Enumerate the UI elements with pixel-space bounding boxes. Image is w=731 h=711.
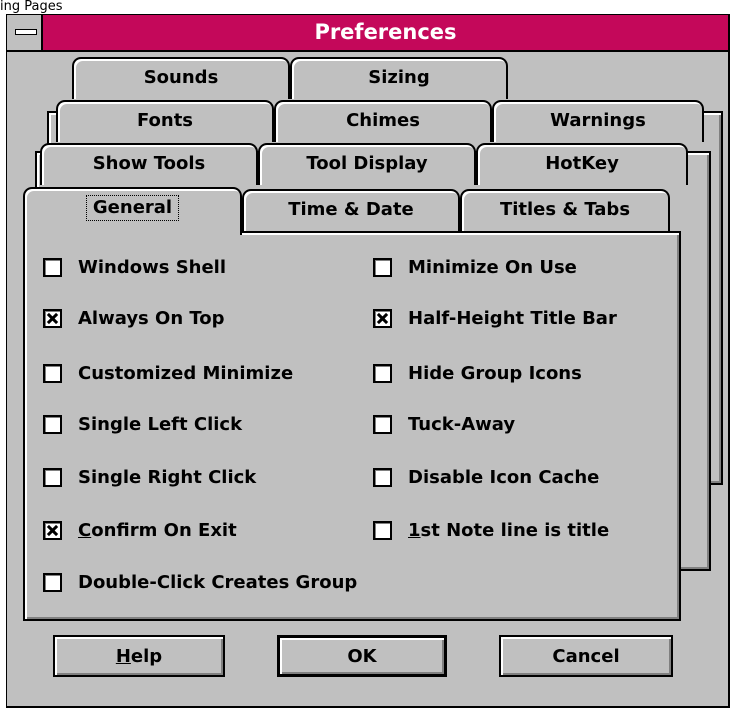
tab-tool-display[interactable]: Tool Display <box>258 143 476 185</box>
tab-warnings[interactable]: Warnings <box>492 100 704 142</box>
window-title: Preferences <box>314 20 457 44</box>
cancel-button[interactable]: Cancel <box>499 635 673 677</box>
hide-group-icons-label: Hide Group Icons <box>408 362 582 384</box>
help-button[interactable]: Help <box>53 635 225 677</box>
background-caption-fragment: ing Pages <box>0 0 63 14</box>
cancel-button-label: Cancel <box>552 645 620 667</box>
option-hide-group-icons[interactable]: Hide Group Icons <box>373 361 582 385</box>
tab-fonts[interactable]: Fonts <box>56 100 274 142</box>
minimize-on-use-label: Minimize On Use <box>408 256 577 278</box>
ok-button[interactable]: OK <box>277 635 447 677</box>
confirm-on-exit-label: Confirm On Exit <box>78 520 237 541</box>
always-on-top-checkbox[interactable] <box>43 308 62 328</box>
tab-sizing[interactable]: Sizing <box>290 57 508 99</box>
tab-time-and-date[interactable]: Time & Date <box>242 189 460 231</box>
customized-minimize-label: Customized Minimize <box>78 362 294 384</box>
disable-icon-cache-label: Disable Icon Cache <box>408 466 600 488</box>
confirm-on-exit-label-rest: onfirm On Exit <box>91 519 237 541</box>
option-single-right-click[interactable]: Single Right Click <box>43 465 256 489</box>
1st-note-line-mnemonic: 1 <box>408 519 421 541</box>
single-right-click-checkbox[interactable] <box>43 467 62 487</box>
1st-note-line-is-title-checkbox[interactable] <box>373 520 392 540</box>
tab-show-tools[interactable]: Show Tools <box>40 143 258 185</box>
single-left-click-checkbox[interactable] <box>43 414 62 434</box>
option-1st-note-line-is-title[interactable]: 1st Note line is title <box>373 518 609 542</box>
tab-titles-and-tabs[interactable]: Titles & Tabs <box>460 189 670 231</box>
half-height-title-bar-label: Half-Height Title Bar <box>408 307 617 329</box>
double-click-creates-group-checkbox[interactable] <box>43 572 62 592</box>
option-always-on-top[interactable]: Always On Top <box>43 306 225 330</box>
title-bar: Preferences <box>7 15 728 52</box>
always-on-top-label: Always On Top <box>78 307 225 329</box>
customized-minimize-checkbox[interactable] <box>43 363 62 383</box>
option-confirm-on-exit[interactable]: Confirm On Exit <box>43 518 237 542</box>
single-right-click-label: Single Right Click <box>78 466 257 488</box>
confirm-on-exit-mnemonic: C <box>78 519 92 541</box>
help-button-label-rest: elp <box>130 645 163 667</box>
tuck-away-checkbox[interactable] <box>373 414 392 434</box>
minimize-on-use-checkbox[interactable] <box>373 257 392 277</box>
system-menu-icon <box>15 29 37 35</box>
half-height-title-bar-checkbox[interactable] <box>373 308 392 328</box>
option-tuck-away[interactable]: Tuck-Away <box>373 412 515 436</box>
tuck-away-label: Tuck-Away <box>408 413 516 435</box>
option-single-left-click[interactable]: Single Left Click <box>43 412 242 436</box>
option-half-height-title-bar[interactable]: Half-Height Title Bar <box>373 306 617 330</box>
1st-note-line-is-title-label: 1st Note line is title <box>408 520 609 541</box>
option-windows-shell[interactable]: Windows Shell <box>43 255 226 279</box>
double-click-creates-group-label: Double-Click Creates Group <box>78 571 358 593</box>
system-menu-button[interactable] <box>7 15 43 50</box>
tab-general-label: General <box>85 195 180 221</box>
tab-general[interactable]: General <box>23 187 242 235</box>
option-disable-icon-cache[interactable]: Disable Icon Cache <box>373 465 599 489</box>
1st-note-line-label-rest: st Note line is title <box>420 519 610 541</box>
single-left-click-label: Single Left Click <box>78 413 243 435</box>
hide-group-icons-checkbox[interactable] <box>373 363 392 383</box>
preferences-dialog: Preferences Sounds Sizing Fonts Chimes W… <box>6 14 730 708</box>
tab-hotkey[interactable]: HotKey <box>476 143 688 185</box>
option-double-click-creates-group[interactable]: Double-Click Creates Group <box>43 570 357 594</box>
confirm-on-exit-checkbox[interactable] <box>43 520 62 540</box>
tab-sounds[interactable]: Sounds <box>72 57 290 99</box>
tab-chimes[interactable]: Chimes <box>274 100 492 142</box>
help-mnemonic: H <box>115 645 131 667</box>
option-minimize-on-use[interactable]: Minimize On Use <box>373 255 577 279</box>
ok-button-label: OK <box>347 645 377 667</box>
windows-shell-label: Windows Shell <box>78 256 227 278</box>
disable-icon-cache-checkbox[interactable] <box>373 467 392 487</box>
option-customized-minimize[interactable]: Customized Minimize <box>43 361 293 385</box>
windows-shell-checkbox[interactable] <box>43 257 62 277</box>
